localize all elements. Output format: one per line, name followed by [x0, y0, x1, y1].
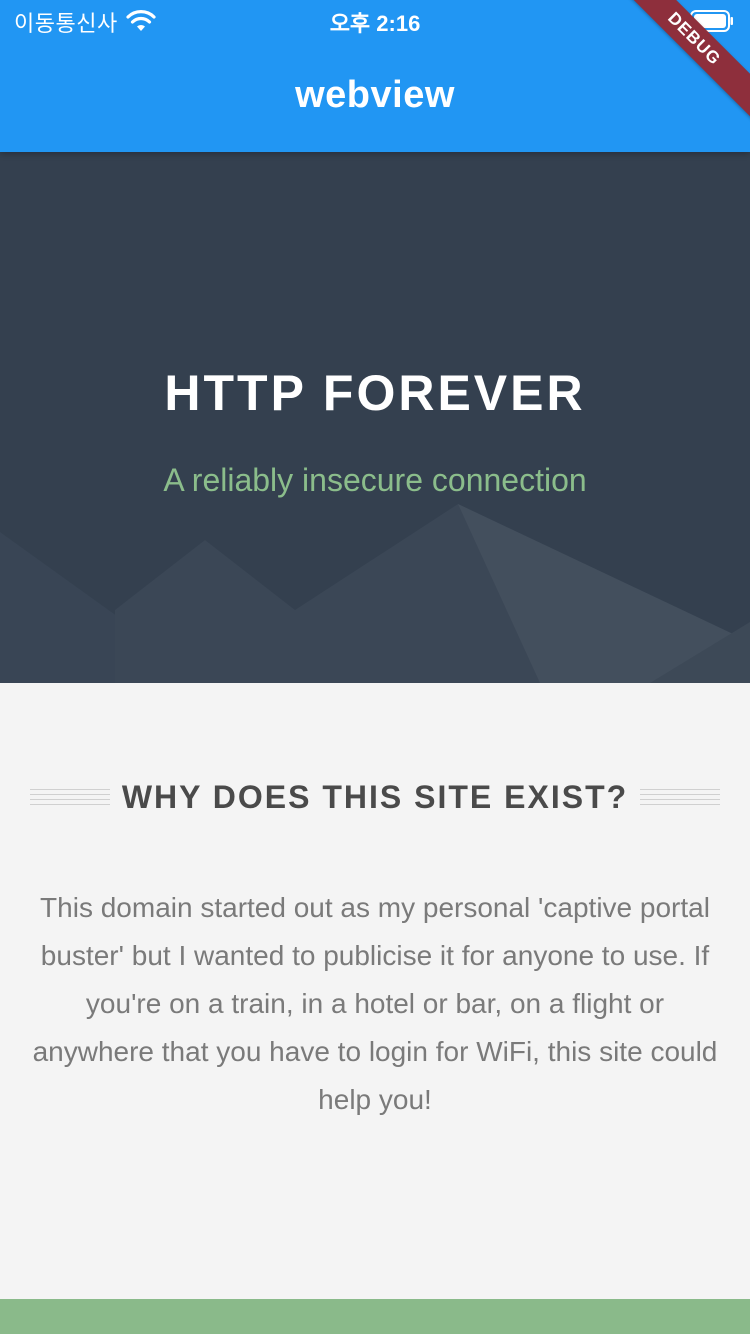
- section-body-text: This domain started out as my personal '…: [32, 892, 718, 1115]
- hero-title: HTTP FOREVER: [164, 365, 586, 421]
- hero-section: HTTP FOREVER A reliably insecure connect…: [0, 152, 750, 683]
- section-heading-text: WHY DOES THIS SITE EXIST?: [121, 779, 629, 815]
- footer-band: [0, 1299, 750, 1334]
- hero-subtitle: A reliably insecure connection: [163, 462, 587, 498]
- section-heading: WHY DOES THIS SITE EXIST?: [0, 775, 750, 825]
- status-bar: 이동통신사 오후 2:16: [0, 0, 750, 40]
- app-bar: 이동통신사 오후 2:16 webview: [0, 0, 750, 152]
- heading-rule-right: [640, 789, 720, 807]
- status-time: 오후 2:16: [329, 11, 421, 36]
- app-bar-title: webview: [295, 74, 455, 116]
